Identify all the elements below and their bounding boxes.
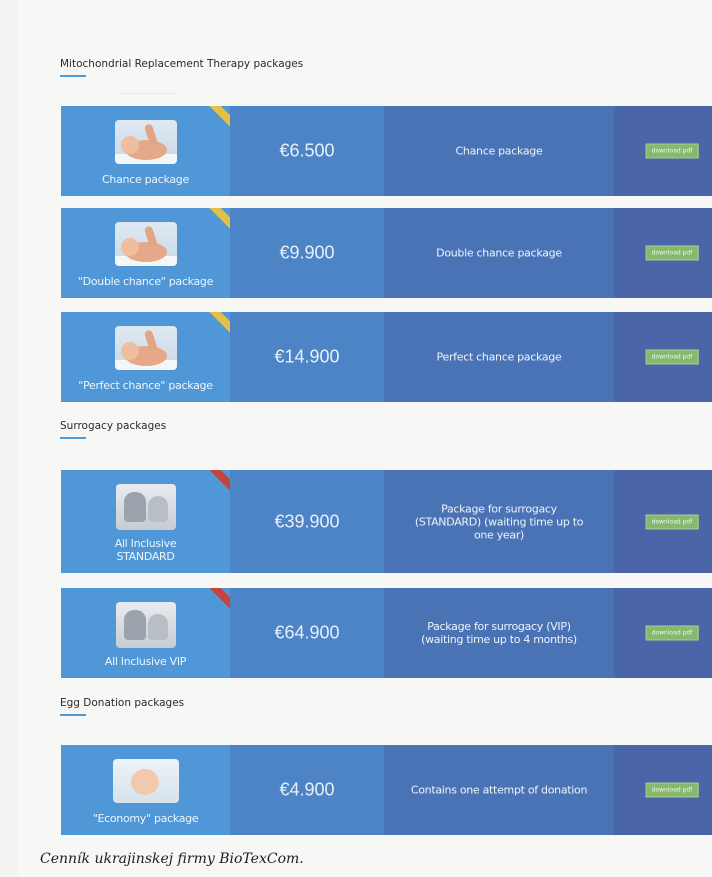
price-cell: €14.900 — [230, 312, 384, 402]
baby-photo — [114, 222, 177, 266]
package-row-double-chance: "Double chance" package €9.900 Double ch… — [61, 208, 712, 298]
package-description: Package for surrogacy (VIP) (waiting tim… — [421, 620, 577, 646]
package-row-chance: Chance package €6.500 Chance package dow… — [61, 106, 712, 196]
download-pdf-button[interactable]: download pdf — [645, 625, 699, 641]
new-ribbon-icon — [208, 470, 230, 493]
baby-face-photo — [112, 759, 179, 803]
package-thumb-label: Chance package — [102, 173, 189, 186]
package-description: Contains one attempt of donation — [410, 783, 588, 797]
package-description: Perfect chance package — [436, 350, 562, 364]
download-cell: download pdf — [614, 312, 712, 402]
family-photo — [115, 484, 176, 530]
description-cell: Double chance package — [384, 208, 614, 298]
section-underline — [60, 437, 86, 439]
baby-photo — [114, 326, 177, 370]
package-description: Double chance package — [436, 246, 562, 260]
download-pdf-button[interactable]: download pdf — [645, 245, 699, 261]
package-thumbnail[interactable]: "Economy" package — [61, 745, 230, 835]
package-row-perfect-chance: "Perfect chance" package €14.900 Perfect… — [61, 312, 712, 402]
package-price: €4.900 — [279, 779, 335, 800]
package-row-surrogacy-vip: All Inclusive VIP €64.900 Package for su… — [61, 588, 712, 678]
package-price: €14.900 — [274, 346, 340, 367]
price-cell: €39.900 — [230, 470, 384, 573]
package-thumbnail[interactable]: All Inclusive STANDARD — [61, 470, 230, 573]
scanned-page: Mitochondrial Replacement Therapy packag… — [18, 0, 712, 877]
download-pdf-button[interactable]: download pdf — [645, 143, 699, 159]
package-price: €39.900 — [274, 511, 340, 531]
package-thumbnail[interactable]: "Perfect chance" package — [61, 312, 230, 402]
package-thumb-label: "Economy" package — [92, 812, 199, 825]
package-thumbnail[interactable]: All Inclusive VIP — [61, 588, 230, 678]
new-ribbon-icon — [208, 312, 230, 335]
new-ribbon-icon — [208, 588, 230, 611]
description-cell: Package for surrogacy (STANDARD) (waitin… — [384, 470, 614, 573]
download-cell: download pdf — [614, 106, 712, 196]
download-pdf-button[interactable]: download pdf — [645, 349, 699, 365]
description-cell: Contains one attempt of donation — [384, 745, 614, 835]
family-photo — [115, 602, 176, 648]
download-pdf-button[interactable]: download pdf — [645, 514, 699, 529]
package-price: €9.900 — [279, 242, 335, 263]
package-thumbnail[interactable]: "Double chance" package — [61, 208, 230, 298]
description-cell: Perfect chance package — [384, 312, 614, 402]
description-cell: Chance package — [384, 106, 614, 196]
section-underline — [60, 75, 86, 77]
section-title-mitochondrial: Mitochondrial Replacement Therapy packag… — [60, 58, 304, 70]
package-row-economy: "Economy" package €4.900 Contains one at… — [61, 745, 712, 835]
divider — [118, 93, 178, 94]
price-cell: €9.900 — [230, 208, 384, 298]
section-title-surrogacy: Surrogacy packages — [60, 420, 167, 432]
package-price: €6.500 — [279, 140, 335, 161]
baby-photo — [114, 120, 177, 164]
figure-caption: Cenník ukrajinskej firmy BioTexCom. — [40, 851, 304, 867]
package-thumb-label: All Inclusive STANDARD — [114, 537, 177, 563]
package-thumbnail[interactable]: Chance package — [61, 106, 230, 196]
section-underline — [60, 714, 86, 716]
package-price: €64.900 — [274, 622, 340, 643]
download-cell: download pdf — [614, 208, 712, 298]
download-cell: download pdf — [614, 588, 712, 678]
package-row-surrogacy-standard: All Inclusive STANDARD €39.900 Package f… — [61, 470, 712, 573]
new-ribbon-icon — [208, 208, 230, 231]
new-ribbon-icon — [208, 106, 230, 129]
price-cell: €64.900 — [230, 588, 384, 678]
section-title-egg-donation: Egg Donation packages — [60, 697, 185, 709]
download-cell: download pdf — [614, 470, 712, 573]
package-description: Chance package — [455, 144, 543, 158]
download-cell: download pdf — [614, 745, 712, 835]
price-cell: €4.900 — [230, 745, 384, 835]
package-thumb-label: "Double chance" package — [77, 275, 214, 288]
description-cell: Package for surrogacy (VIP) (waiting tim… — [384, 588, 614, 678]
download-pdf-button[interactable]: download pdf — [645, 782, 699, 798]
price-cell: €6.500 — [230, 106, 384, 196]
package-thumb-label: "Perfect chance" package — [78, 379, 213, 392]
package-thumb-label: All Inclusive VIP — [104, 655, 187, 668]
package-description: Package for surrogacy (STANDARD) (waitin… — [414, 502, 584, 541]
